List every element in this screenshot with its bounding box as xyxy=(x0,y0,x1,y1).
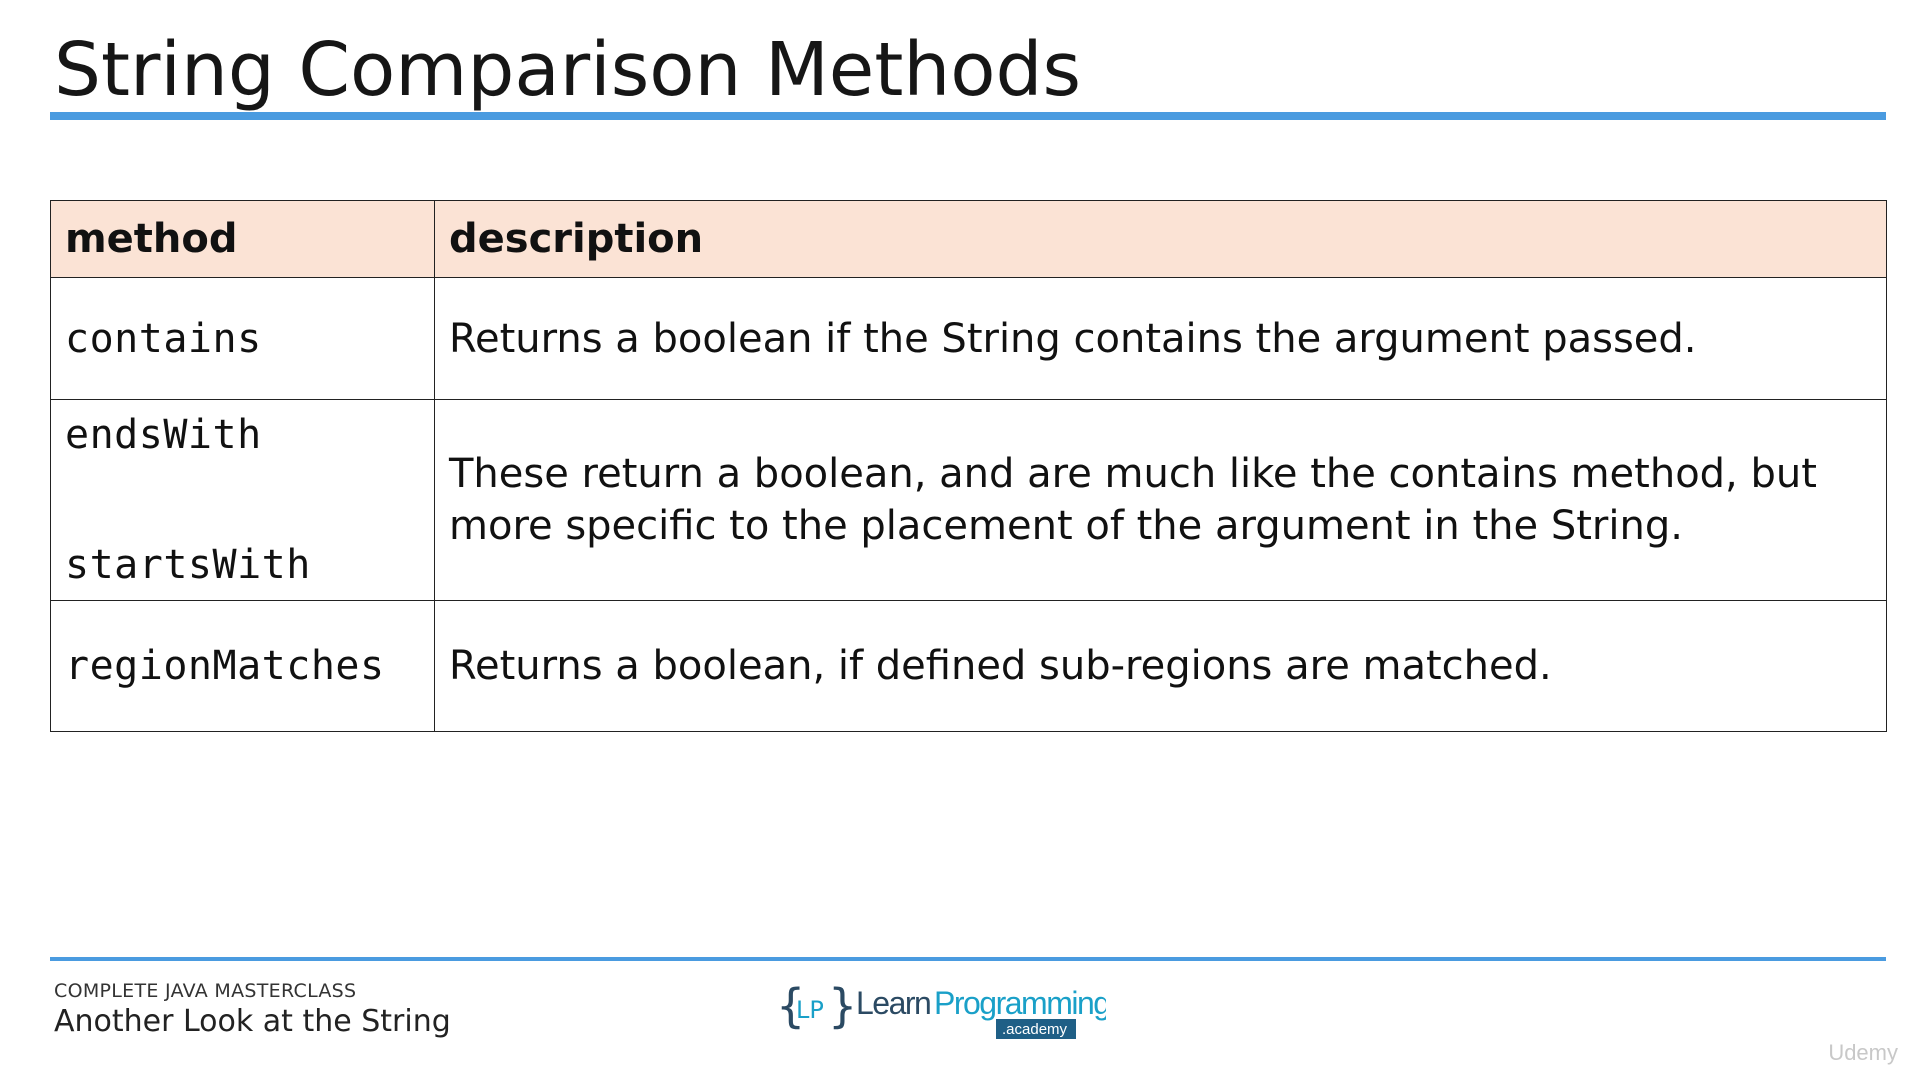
description-cell: Returns a boolean if the String contains… xyxy=(434,277,1887,400)
lp-braces-icon: { LP } xyxy=(776,979,857,1033)
table-row: regionMatches Returns a boolean, if defi… xyxy=(50,600,1887,732)
slide-title: String Comparison Methods xyxy=(54,27,1082,113)
method-name: contains xyxy=(65,315,262,362)
udemy-watermark: Udemy xyxy=(1828,1040,1898,1065)
lecture-title: Another Look at the String xyxy=(54,1004,451,1039)
method-description: Returns a boolean if the String contains… xyxy=(449,315,1697,362)
svg-text:Learn: Learn xyxy=(856,985,930,1021)
header-description: description xyxy=(434,200,1887,278)
learnprogramming-logo: { LP } Learn Programming .academy xyxy=(776,979,1106,1039)
svg-text:.academy: .academy xyxy=(1002,1021,1068,1038)
svg-text:Programming: Programming xyxy=(934,985,1106,1021)
footer-divider xyxy=(50,957,1886,961)
header-method: method xyxy=(50,200,435,278)
svg-text:LP: LP xyxy=(796,996,824,1024)
table-row: endsWith startsWith These return a boole… xyxy=(50,399,1887,601)
svg-text:}: } xyxy=(828,979,857,1033)
method-cell: contains xyxy=(50,277,435,400)
table-header-row: method description xyxy=(50,200,1887,278)
method-cell: regionMatches xyxy=(50,600,435,732)
method-cell: endsWith startsWith xyxy=(50,399,435,601)
table-row: contains Returns a boolean if the String… xyxy=(50,277,1887,400)
method-description: These return a boolean, and are much lik… xyxy=(449,451,1817,549)
description-cell: Returns a boolean, if defined sub-region… xyxy=(434,600,1887,732)
method-description: Returns a boolean, if defined sub-region… xyxy=(449,643,1552,689)
description-cell: These return a boolean, and are much lik… xyxy=(434,399,1887,601)
course-name: COMPLETE JAVA MASTERCLASS xyxy=(54,980,357,1002)
method-name: startsWith xyxy=(65,542,311,588)
methods-table: method description contains Returns a bo… xyxy=(50,200,1887,732)
method-name: endsWith xyxy=(65,412,262,458)
method-name: regionMatches xyxy=(65,643,385,689)
title-underline xyxy=(50,112,1886,120)
